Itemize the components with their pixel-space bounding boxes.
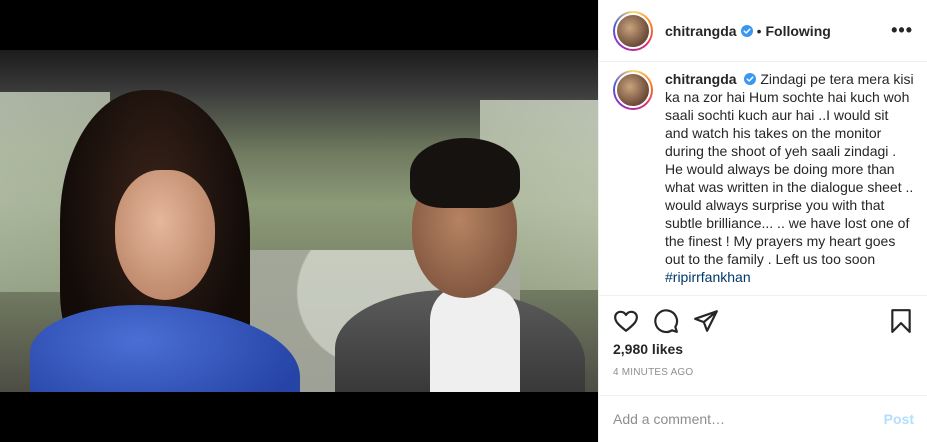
caption-text: chitrangda Zindagi pe tera mera kisi ka … — [665, 70, 915, 286]
avatar-image — [615, 12, 651, 49]
post-comment-button[interactable]: Post — [884, 411, 914, 427]
comment-icon[interactable] — [653, 308, 679, 334]
header-separator: • — [756, 22, 762, 39]
heart-icon[interactable] — [613, 308, 639, 334]
photo-man-hair — [410, 138, 520, 208]
avatar-image — [615, 72, 651, 108]
comment-bar: Post — [599, 395, 927, 442]
follow-button[interactable]: Following — [765, 23, 830, 39]
caption-avatar[interactable] — [613, 70, 653, 110]
post-photo[interactable] — [0, 50, 598, 392]
verified-badge-icon — [744, 73, 757, 85]
caption-hashtag[interactable]: #ripirrfankhan — [665, 269, 751, 285]
post-timestamp[interactable]: 4 MINUTES AGO — [613, 367, 693, 378]
post-header: chitrangda • Following ••• — [599, 0, 927, 62]
caption-body: Zindagi pe tera mera kisi ka na zor hai … — [665, 71, 914, 267]
post-caption: chitrangda Zindagi pe tera mera kisi ka … — [613, 70, 918, 286]
verified-badge-icon — [740, 24, 753, 37]
comment-input[interactable] — [613, 411, 884, 427]
more-options-icon[interactable]: ••• — [891, 20, 913, 41]
photo-woman-face — [115, 170, 215, 300]
post-media-panel — [0, 0, 598, 442]
action-bar — [599, 295, 927, 345]
photo-car-roof — [0, 50, 598, 90]
photo-man-shirt — [430, 288, 520, 392]
bookmark-icon[interactable] — [888, 308, 914, 334]
caption-username[interactable]: chitrangda — [665, 71, 737, 87]
author-avatar[interactable] — [613, 10, 653, 51]
post-sidebar: chitrangda • Following ••• chitrangda Zi… — [598, 0, 927, 442]
likes-count[interactable]: 2,980 likes — [613, 341, 683, 357]
author-username[interactable]: chitrangda — [665, 23, 737, 39]
paper-plane-icon[interactable] — [693, 308, 719, 334]
